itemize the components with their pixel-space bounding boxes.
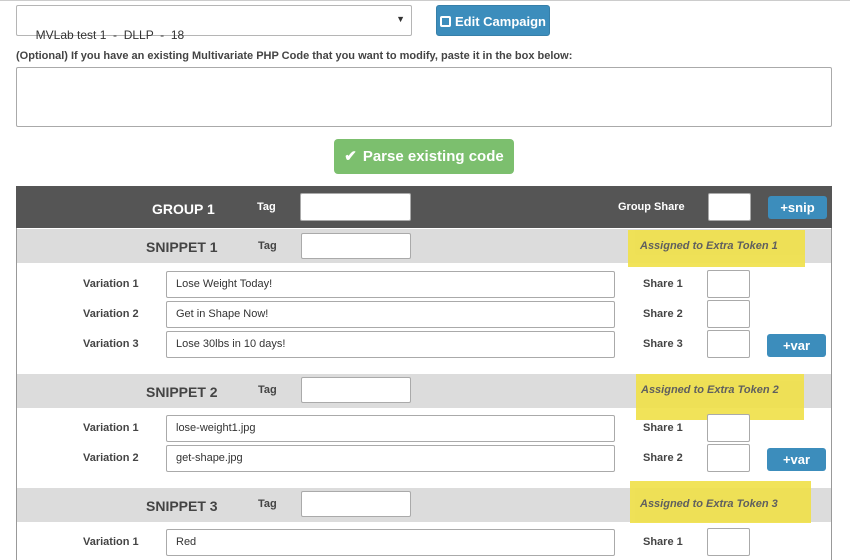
share-input[interactable] [707, 330, 750, 358]
campaign-select-value: MVLab test 1 - DLLP - 18 [35, 28, 185, 42]
share-input[interactable] [707, 300, 750, 328]
variation-label: Variation 1 [83, 422, 139, 434]
edit-campaign-label: Edit Campaign [454, 14, 546, 29]
variation-label: Variation 2 [83, 452, 139, 464]
variation-input[interactable]: Lose 30lbs in 10 days! [166, 331, 615, 358]
parse-code-button[interactable]: ✔ Parse existing code [334, 139, 514, 174]
snippet-3-tag-label: Tag [258, 498, 277, 510]
variation-label: Variation 3 [83, 338, 139, 350]
snippet-2-tag-label: Tag [258, 384, 277, 396]
edit-icon [439, 16, 451, 27]
add-snip-button[interactable]: +snip [768, 196, 827, 219]
variation-input[interactable]: get-shape.jpg [166, 445, 615, 472]
snippet-1-title: SNIPPET 1 [146, 239, 218, 255]
snippet-1-tag-label: Tag [258, 240, 277, 252]
group-title: GROUP 1 [152, 201, 215, 217]
share-label: Share 1 [643, 278, 683, 290]
share-label: Share 2 [643, 452, 683, 464]
campaign-select[interactable]: MVLab test 1 - DLLP - 18 ▼ [16, 5, 412, 42]
variation-label: Variation 2 [83, 308, 139, 320]
php-code-textarea[interactable] [16, 67, 832, 127]
variation-input[interactable]: Lose Weight Today! [166, 271, 615, 298]
share-input[interactable] [707, 270, 750, 298]
group-share-input[interactable] [708, 193, 751, 221]
share-label: Share 1 [643, 422, 683, 434]
add-var-button[interactable]: +var [767, 334, 826, 357]
share-input[interactable] [707, 414, 750, 442]
chevron-down-icon: ▼ [396, 14, 405, 24]
group-tag-label: Tag [257, 201, 276, 213]
share-input[interactable] [707, 528, 750, 556]
share-label: Share 2 [643, 308, 683, 320]
variation-input[interactable]: lose-weight1.jpg [166, 415, 615, 442]
snippet-2-title: SNIPPET 2 [146, 384, 218, 400]
share-label: Share 3 [643, 338, 683, 350]
snippet-3-tag-input[interactable] [301, 491, 411, 517]
add-var-button[interactable]: +var [767, 448, 826, 471]
parse-code-label: Parse existing code [362, 148, 504, 165]
share-input[interactable] [707, 444, 750, 472]
group-share-label: Group Share [618, 201, 685, 213]
snippet-1-token-highlight: Assigned to Extra Token 1 [628, 230, 805, 267]
variation-input[interactable]: Get in Shape Now! [166, 301, 615, 328]
share-label: Share 1 [643, 536, 683, 548]
edit-campaign-button[interactable]: Edit Campaign [436, 5, 550, 36]
snippet-2-tag-input[interactable] [301, 377, 411, 403]
variation-label: Variation 1 [83, 536, 139, 548]
snippet-3-title: SNIPPET 3 [146, 498, 218, 514]
snippet-1-tag-input[interactable] [301, 233, 411, 259]
group-tag-input[interactable] [300, 193, 411, 221]
snippet-3-token-highlight: Assigned to Extra Token 3 [630, 481, 811, 523]
variation-label: Variation 1 [83, 278, 139, 290]
variation-input[interactable]: Red [166, 529, 615, 556]
optional-code-label: (Optional) If you have an existing Multi… [16, 50, 573, 62]
check-icon: ✔ [344, 148, 357, 165]
